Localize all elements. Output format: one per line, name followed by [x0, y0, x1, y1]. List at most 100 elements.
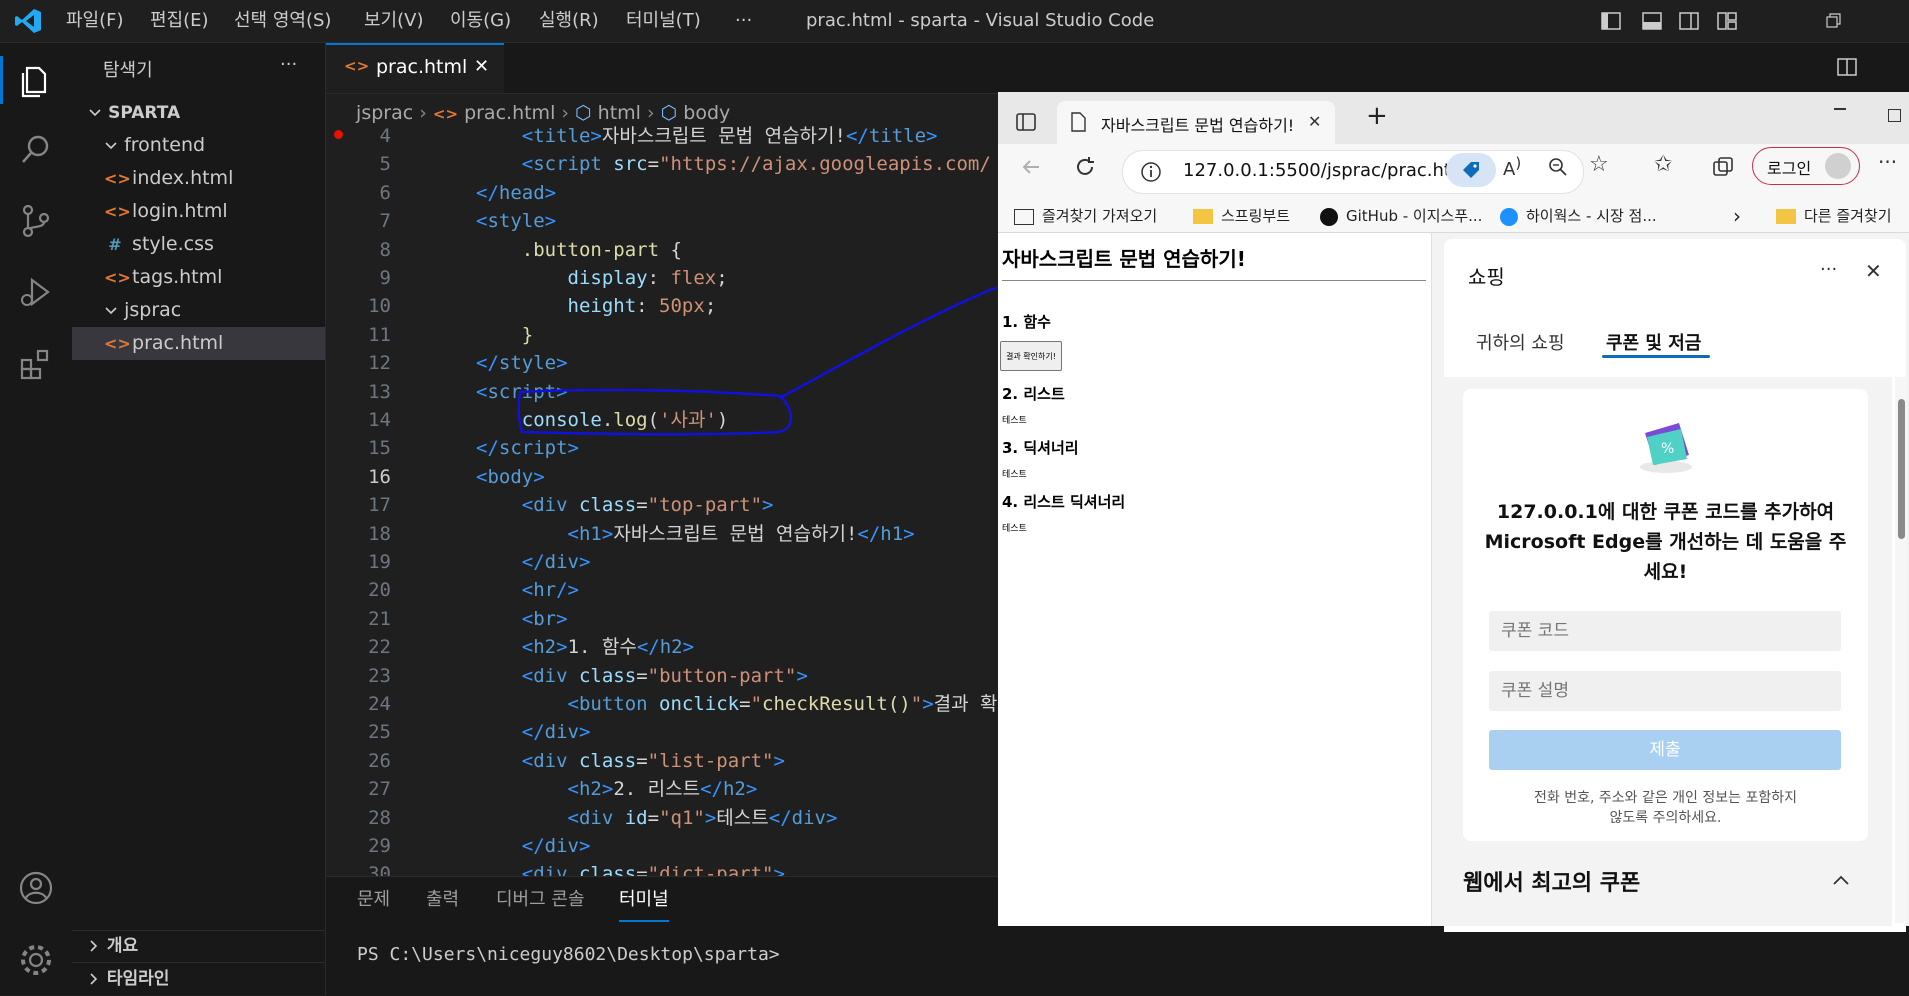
code-line[interactable]: 25 </div> [326, 718, 998, 746]
favorite-hiworks[interactable]: 하이웍스 - 시장 점... [1500, 200, 1657, 232]
timeline-section[interactable]: 타임라인 [72, 963, 325, 995]
code-line[interactable]: 23 <div class="button-part"> [326, 662, 998, 690]
favorites-overflow-icon[interactable]: › [1733, 200, 1741, 232]
breadcrumb-item[interactable]: jsprac [356, 102, 413, 124]
tree-file-style-css[interactable]: # style.css [72, 228, 325, 261]
panel-tab-problems[interactable]: 문제 [357, 878, 390, 922]
code-line[interactable]: 5 <script src="https://ajax.googleapis.c… [326, 150, 998, 178]
shopping-more-button[interactable]: ··· [1820, 259, 1837, 280]
code-line[interactable]: 21 <br> [326, 605, 998, 633]
shopping-close-button[interactable]: ✕ [1865, 259, 1882, 283]
menu-view[interactable]: 보기(V) [364, 0, 423, 42]
tree-file-tags-html[interactable]: <> tags.html [72, 261, 325, 294]
minimize-icon[interactable] [1834, 108, 1846, 110]
tree-folder-frontend[interactable]: frontend [72, 129, 325, 162]
code-line[interactable]: 24 <button onclick="checkResult()">결과 확 [326, 690, 998, 718]
code-line[interactable]: 17 <div class="top-part"> [326, 491, 998, 519]
maximize-icon[interactable] [1888, 109, 1901, 122]
panel-tab-output[interactable]: 출력 [426, 878, 459, 922]
coupon-code-input[interactable]: 쿠폰 코드 [1489, 611, 1841, 651]
favorite-github[interactable]: GitHub - 이지스푸... [1320, 200, 1482, 232]
menu-run[interactable]: 실행(R) [539, 0, 599, 42]
code-line[interactable]: 13 <script> [326, 378, 998, 406]
menu-terminal[interactable]: 터미널(T) [626, 0, 701, 42]
favorite-import[interactable]: 즐겨찾기 가져오기 [1014, 200, 1157, 232]
tab-actions-icon[interactable] [1015, 111, 1037, 133]
customize-layout-icon[interactable] [1716, 10, 1738, 32]
favorite-other[interactable]: 다른 즐겨찾기 [1776, 200, 1892, 232]
chevron-up-icon[interactable] [1832, 874, 1850, 886]
favorites-icon[interactable]: ✩ [1654, 152, 1672, 177]
login-button[interactable]: 로그인 [1752, 147, 1860, 185]
code-line[interactable]: 12 </style> [326, 349, 998, 377]
menu-selection[interactable]: 선택 영역(S) [234, 0, 331, 42]
tab-coupons[interactable]: 쿠폰 및 저금 [1606, 329, 1701, 355]
code-line[interactable]: 14 console.log('사과') [326, 406, 998, 434]
gear-icon[interactable] [14, 938, 58, 982]
outline-section[interactable]: 개요 [72, 930, 325, 962]
new-tab-button[interactable]: + [1366, 101, 1388, 131]
accounts-icon[interactable] [14, 866, 58, 910]
explorer-icon[interactable] [14, 58, 58, 102]
settings-more-icon[interactable]: ··· [1878, 150, 1897, 174]
tab-your-shopping[interactable]: 귀하의 쇼핑 [1476, 329, 1565, 355]
shopping-button[interactable] [1446, 153, 1496, 187]
breadcrumb-item[interactable]: html [598, 102, 641, 124]
source-control-icon[interactable] [14, 199, 58, 243]
editor-tab-prac-html[interactable]: <> prac.html ✕ [326, 43, 504, 93]
scrollbar-thumb[interactable] [1898, 399, 1905, 539]
code-line[interactable]: 19 </div> [326, 548, 998, 576]
code-line[interactable]: 18 <h1>자바스크립트 문법 연습하기!</h1> [326, 520, 998, 548]
code-line[interactable]: 8 .button-part { [326, 236, 998, 264]
code-line[interactable]: 10 height: 50px; [326, 292, 998, 320]
code-line[interactable]: 20 <hr/> [326, 576, 998, 604]
tree-root-sparta[interactable]: SPARTA [72, 96, 325, 129]
submit-button[interactable]: 제출 [1489, 730, 1841, 770]
code-line[interactable]: 28 <div id="q1">테스트</div> [326, 804, 998, 832]
breadcrumb-item[interactable]: body [683, 102, 730, 124]
toggle-secondary-sidebar-icon[interactable] [1678, 10, 1700, 32]
code-line[interactable]: 7 <style> [326, 207, 998, 235]
run-debug-icon[interactable] [14, 270, 58, 314]
zoom-icon[interactable] [1547, 156, 1569, 178]
menu-file[interactable]: 파일(F) [66, 0, 124, 42]
tree-file-login-html[interactable]: <> login.html [72, 195, 325, 228]
browser-tab-close[interactable]: ✕ [1308, 112, 1321, 131]
read-aloud-icon[interactable]: A) [1503, 154, 1521, 180]
panel-tab-terminal[interactable]: 터미널 [619, 878, 669, 922]
toggle-panel-icon[interactable] [1641, 10, 1663, 32]
tree-file-prac-html[interactable]: <> prac.html [72, 327, 325, 360]
explorer-more-button[interactable]: ··· [280, 54, 297, 75]
code-line[interactable]: 29 </div> [326, 832, 998, 860]
extensions-icon[interactable] [14, 342, 58, 386]
menu-more[interactable]: ··· [735, 0, 752, 42]
browser-tab[interactable]: 자바스크립트 문법 연습하기! ✕ [1057, 101, 1335, 144]
code-line[interactable]: 9 display: flex; [326, 264, 998, 292]
refresh-icon[interactable] [1073, 155, 1097, 179]
code-line[interactable]: 27 <h2>2. 리스트</h2> [326, 775, 998, 803]
code-line[interactable]: 22 <h2>1. 함수</h2> [326, 633, 998, 661]
tab-close-button[interactable]: ✕ [474, 56, 489, 77]
info-icon[interactable] [1140, 161, 1162, 183]
check-result-button[interactable]: 결과 확인하기! [1000, 341, 1062, 371]
code-line[interactable]: 16 <body> [326, 463, 998, 491]
toggle-primary-sidebar-icon[interactable] [1600, 10, 1622, 32]
search-icon[interactable] [14, 128, 58, 172]
scrollbar-track[interactable] [1895, 377, 1907, 923]
back-arrow-icon[interactable] [1019, 155, 1043, 179]
code-line[interactable]: 4 <title>자바스크립트 문법 연습하기!</title> [326, 122, 998, 150]
terminal-prompt[interactable]: PS C:\Users\niceguy8602\Desktop\sparta> [357, 944, 780, 965]
code-line[interactable]: 6 </head> [326, 179, 998, 207]
coupon-description-input[interactable]: 쿠폰 설명 [1489, 671, 1841, 711]
code-line[interactable]: 11 } [326, 321, 998, 349]
panel-tab-debug-console[interactable]: 디버그 콘솔 [496, 878, 585, 922]
collections-icon[interactable] [1711, 155, 1735, 179]
menu-edit[interactable]: 편집(E) [150, 0, 209, 42]
favorite-springboot[interactable]: 스프링부트 [1193, 200, 1290, 232]
tree-folder-jsprac[interactable]: jsprac [72, 294, 325, 327]
tree-file-index-html[interactable]: <> index.html [72, 162, 325, 195]
code-line[interactable]: 15 </script> [326, 434, 998, 462]
restore-window-icon[interactable] [1822, 10, 1844, 32]
add-favorite-icon[interactable]: ☆ [1589, 152, 1609, 177]
code-line[interactable]: 26 <div class="list-part"> [326, 747, 998, 775]
